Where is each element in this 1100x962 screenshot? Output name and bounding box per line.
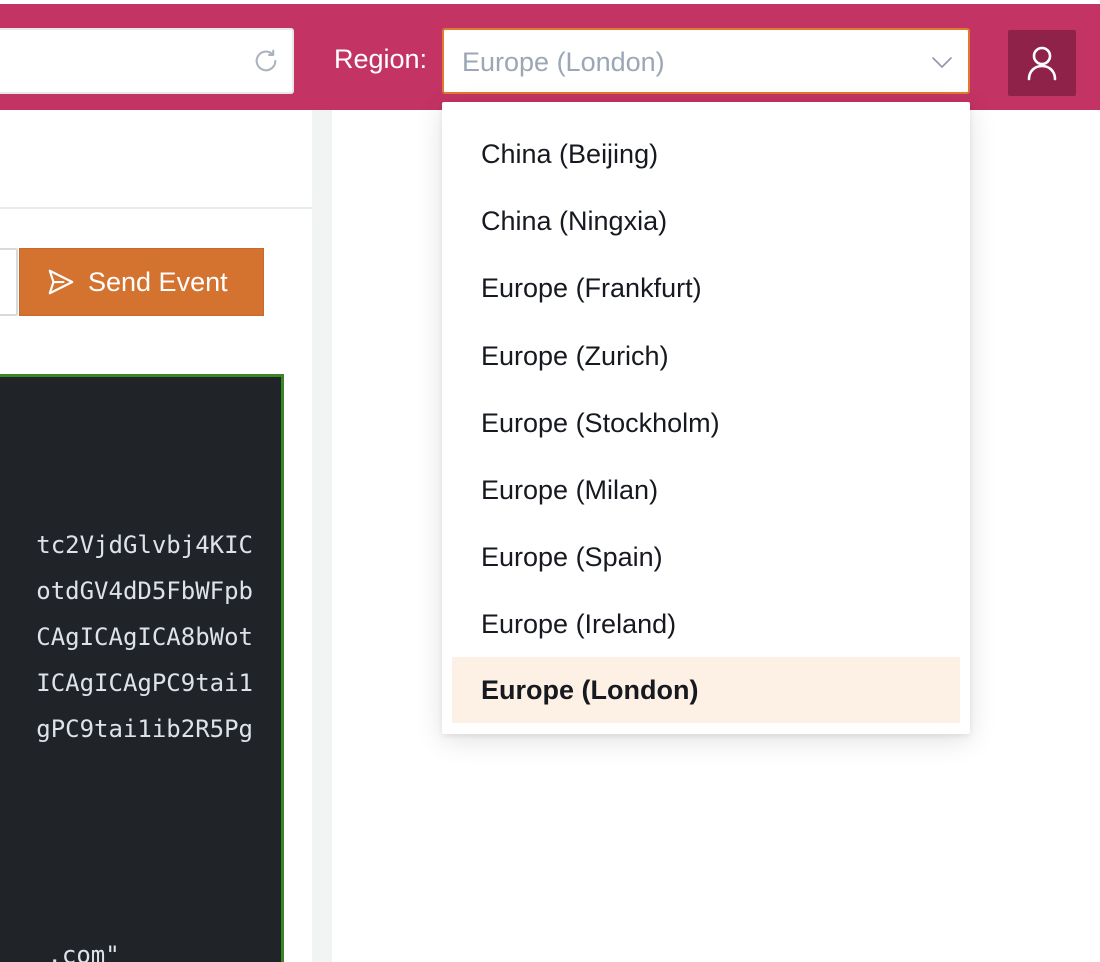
region-option-europe-stockholm[interactable]: Europe (Stockholm)	[452, 390, 960, 456]
user-icon	[1027, 46, 1057, 81]
region-option-europe-frankfurt[interactable]: Europe (Frankfurt)	[452, 255, 960, 321]
endpoint-url-input[interactable]	[0, 28, 294, 94]
refresh-icon[interactable]	[252, 47, 280, 75]
send-event-label: Send Event	[88, 266, 228, 297]
code-line: gPC9tai1ib2R5Pg	[36, 715, 253, 743]
region-label: Region:	[334, 44, 428, 74]
code-line: CAgICAgICA8bWot	[36, 623, 253, 651]
chevron-down-icon	[932, 57, 952, 68]
region-option-europe-milan[interactable]: Europe (Milan)	[452, 457, 960, 523]
code-line: ICAgICAgPC9tai1	[36, 669, 253, 697]
user-menu-button[interactable]	[1008, 30, 1076, 96]
top-header-bar: Region: Europe (London)	[0, 0, 1100, 110]
region-dropdown-menu: China (Beijing) China (Ningxia) Europe (…	[442, 102, 970, 734]
code-line: otdGV4dD5FbWFpb	[36, 577, 253, 605]
section-divider	[0, 207, 312, 209]
region-option-china-beijing[interactable]: China (Beijing)	[452, 121, 960, 187]
region-option-europe-ireland[interactable]: Europe (Ireland)	[452, 591, 960, 657]
send-event-button[interactable]: Send Event	[19, 248, 264, 316]
region-option-china-ningxia[interactable]: China (Ningxia)	[452, 188, 960, 254]
code-editor[interactable]: tc2VjdGlvbj4KIC otdGV4dD5FbWFpb CAgICAgI…	[0, 374, 284, 962]
event-input-field[interactable]	[0, 248, 18, 316]
region-option-europe-london[interactable]: Europe (London)	[452, 657, 960, 723]
region-select-value: Europe (London)	[462, 47, 665, 77]
panel-gutter[interactable]	[312, 110, 332, 962]
code-line: tc2VjdGlvbj4KIC	[36, 531, 253, 559]
code-line: .com"	[33, 941, 120, 962]
region-option-europe-spain[interactable]: Europe (Spain)	[452, 524, 960, 590]
send-icon	[48, 269, 74, 295]
region-select[interactable]: Europe (London)	[442, 28, 970, 94]
region-option-europe-zurich[interactable]: Europe (Zurich)	[452, 323, 960, 389]
